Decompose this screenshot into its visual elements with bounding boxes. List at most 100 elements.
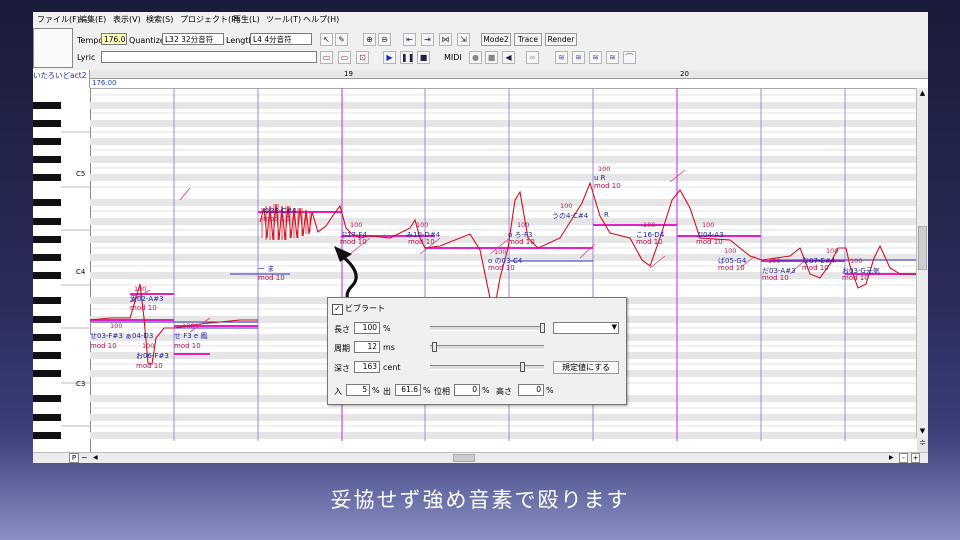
note-lyric-6[interactable]: うの4-C#4 [552, 211, 588, 221]
note-vel-16: 100 [134, 285, 147, 293]
vibrato-checkbox[interactable]: ✓ [332, 304, 343, 315]
note-vel-6: 100 [560, 202, 573, 210]
note-range-icon[interactable]: ▭ [338, 51, 351, 64]
note-mod-18: mod 10 [136, 362, 163, 370]
pencil-tool-icon[interactable]: ✎ [335, 33, 348, 46]
scroll-left-icon[interactable]: ◀ [93, 454, 98, 461]
depth-value[interactable]: 163 [354, 361, 380, 373]
menu-bar: ファイル(F) 編集(E) 表示(V) 検索(S) プロジェクト(P) 再生(L… [33, 12, 928, 26]
depth-slider[interactable] [430, 362, 544, 372]
note-vel-2: 100 [350, 221, 363, 229]
phase-value[interactable]: 0 [454, 384, 480, 396]
stop-icon[interactable]: ■ [417, 51, 430, 64]
pitch-tool-1-icon[interactable]: ≋ [555, 51, 568, 64]
menu-tools[interactable]: ツール(T) [266, 14, 301, 25]
depth-unit: cent [383, 363, 401, 372]
note-select-icon[interactable]: ⊡ [356, 51, 369, 64]
split-icon[interactable]: ⋈ [439, 33, 452, 46]
note-lyric-17[interactable]: せ03-F#3 ぁ04-D3 [90, 331, 153, 341]
menu-search[interactable]: 検索(S) [146, 14, 173, 25]
period-label: 周期 [334, 344, 350, 353]
in-label: 入 [334, 387, 342, 396]
zoom-vertical-icon[interactable]: ≑ [917, 438, 928, 452]
note-lyric-8[interactable]: u R [594, 174, 606, 182]
period-unit: ms [383, 343, 395, 352]
length-unit: % [383, 324, 391, 333]
pitch-tool-5-icon[interactable]: ⌒ [623, 51, 636, 64]
pitch-tool-3-icon[interactable]: ≋ [589, 51, 602, 64]
track-name[interactable]: いたろいどact2 [33, 70, 90, 88]
trace-button[interactable]: Trace [514, 33, 542, 46]
menu-file[interactable]: ファイル(F) [37, 14, 80, 25]
note-lyric-18[interactable]: お06-F#3 [136, 351, 169, 361]
piano-keyboard[interactable]: C5 C4 C3 [33, 88, 91, 452]
quantize-select[interactable]: L32 32分音符 [162, 33, 224, 45]
render-button[interactable]: Render [545, 33, 577, 46]
menu-help[interactable]: ヘルプ(H) [303, 14, 339, 25]
zoom-in-icon[interactable]: ⊕ [363, 33, 376, 46]
vertical-scrollbar[interactable]: ▲ ▼ [916, 88, 928, 438]
in-unit: % [372, 386, 380, 395]
speaker-icon[interactable]: ◀ [502, 51, 515, 64]
midi-record-icon[interactable]: ● [469, 51, 482, 64]
midi-stop-icon[interactable]: ■ [485, 51, 498, 64]
pointer-tool-icon[interactable]: ↖ [320, 33, 333, 46]
scroll-up-icon[interactable]: ▲ [918, 89, 927, 99]
note-mod-19: mod 10 [174, 342, 201, 350]
menu-edit[interactable]: 編集(E) [79, 14, 106, 25]
mode2-button[interactable]: Mode2 [481, 33, 511, 46]
height-value[interactable]: 0 [518, 384, 544, 396]
period-value[interactable]: 12 [354, 341, 380, 353]
jump-start-icon[interactable]: ⇤ [403, 33, 416, 46]
tempo-marker: 176.00 [92, 79, 117, 87]
jump-end-icon[interactable]: ⇥ [421, 33, 434, 46]
horizontal-scrollbar[interactable]: P ~ ◀ ▶ - + [33, 452, 928, 463]
measure-ruler[interactable]: 19 20 [90, 70, 928, 79]
merge-icon[interactable]: ⇲ [457, 33, 470, 46]
zoom-out-h-button[interactable]: - [899, 453, 908, 463]
in-value[interactable]: 5 [346, 384, 370, 396]
menu-view[interactable]: 表示(V) [113, 14, 141, 25]
note-mod-10: mod 10 [696, 238, 723, 246]
note-vel-3: 100 [416, 221, 429, 229]
out-value[interactable]: 61.6 [395, 384, 421, 396]
note-vel-17: 100 [110, 322, 123, 330]
note-vel-12: 100 [768, 257, 781, 265]
note-lyric-16[interactable]: 愛02-A#3 [130, 294, 164, 304]
scroll-down-icon[interactable]: ▼ [918, 427, 927, 437]
lyric-input[interactable] [101, 51, 317, 63]
note-vel-8: 100 [598, 165, 611, 173]
period-slider[interactable] [430, 342, 544, 352]
length-slider[interactable] [430, 323, 545, 333]
loop-icon[interactable]: ∞ [526, 51, 539, 64]
part-button[interactable]: P [69, 453, 79, 463]
quantize-label: Quantize [129, 36, 165, 45]
key-c3-label: C3 [76, 380, 86, 388]
reset-default-button[interactable]: 規定値にする [553, 361, 619, 374]
note-lyric-15[interactable]: ー ま [258, 264, 274, 274]
pitch-tool-4-icon[interactable]: ≋ [606, 51, 619, 64]
note-mod-3: mod 10 [408, 238, 435, 246]
pitch-tool-2-icon[interactable]: ≋ [572, 51, 585, 64]
scroll-thumb[interactable] [918, 226, 927, 270]
measure-19-label: 19 [344, 70, 353, 78]
preset-select[interactable]: ▼ [553, 322, 619, 334]
zoom-in-h-button[interactable]: + [911, 453, 920, 463]
length-value[interactable]: 100 [354, 322, 380, 334]
menu-project[interactable]: プロジェクト(P) [180, 14, 239, 25]
play-icon[interactable]: ▶ [383, 51, 396, 64]
note-mod-5: mod 10 [488, 264, 515, 272]
length-select[interactable]: L4 4分音符 [250, 33, 312, 45]
note-lyric-7[interactable]: R [604, 211, 609, 219]
menu-play[interactable]: 再生(L) [233, 14, 260, 25]
tilde-icon[interactable]: ~ [81, 453, 88, 462]
note-mod-1: mod 10 [263, 215, 290, 223]
out-label: 出 [383, 387, 391, 396]
hscroll-thumb[interactable] [453, 454, 475, 462]
pause-icon[interactable]: ❚❚ [400, 51, 414, 64]
tempo-field[interactable]: 176.0 [101, 33, 127, 45]
note-lyric-19[interactable]: せ F3 e 鳳 [174, 331, 207, 341]
note-add-icon[interactable]: ▭ [320, 51, 333, 64]
scroll-right-icon[interactable]: ▶ [889, 454, 894, 461]
zoom-out-icon[interactable]: ⊖ [378, 33, 391, 46]
